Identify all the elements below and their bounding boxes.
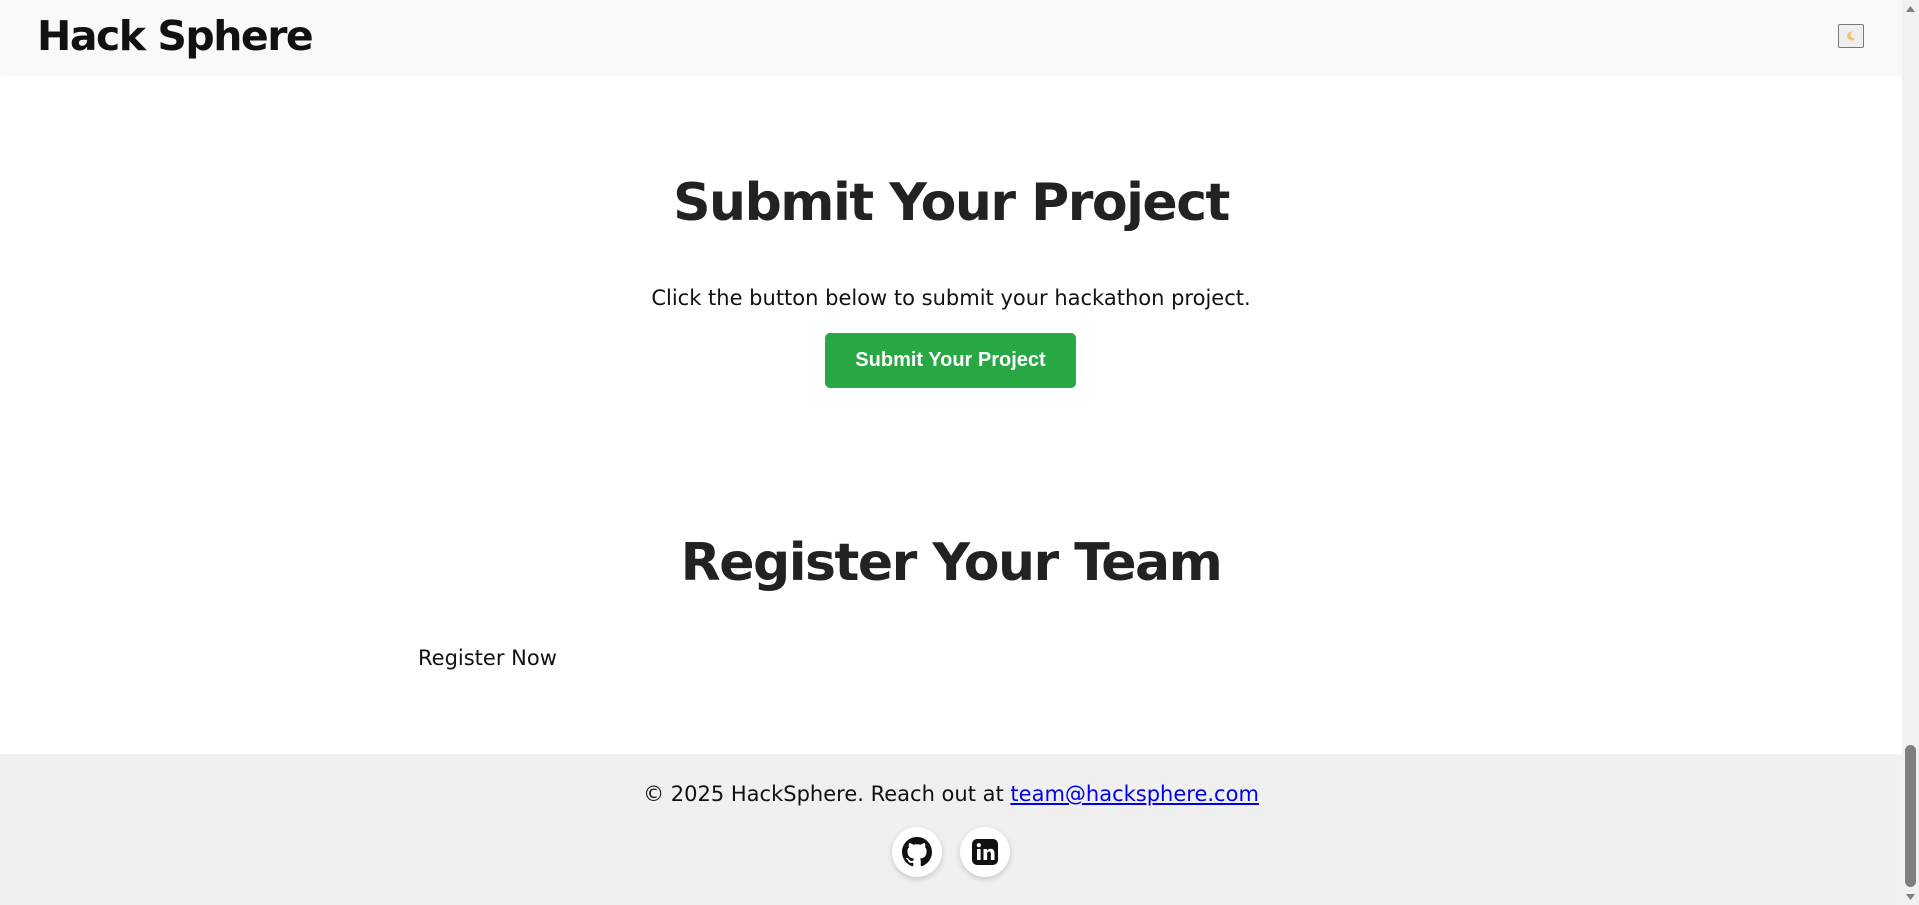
submit-title: Submit Your Project [673, 173, 1230, 233]
linkedin-icon [972, 839, 998, 865]
scroll-down-arrow-icon[interactable] [1902, 888, 1919, 905]
moon-icon [1847, 31, 1856, 41]
github-link[interactable] [892, 827, 942, 877]
github-icon [902, 837, 932, 867]
site-footer: © 2025 HackSphere. Reach out at team@hac… [0, 754, 1902, 905]
register-title: Register Your Team [680, 533, 1223, 593]
page: Hack Sphere Submit Your Project Click th… [0, 0, 1902, 905]
scroll-thumb[interactable] [1905, 745, 1916, 887]
linkedin-link[interactable] [960, 827, 1010, 877]
register-now-link[interactable]: Register Now [418, 644, 557, 672]
email-link[interactable]: team@hacksphere.com [1010, 782, 1258, 806]
theme-toggle-button[interactable] [1838, 24, 1864, 48]
submit-description: Click the button below to submit your ha… [651, 286, 1251, 310]
scroll-up-arrow-icon[interactable] [1902, 0, 1919, 17]
submit-project-button[interactable]: Submit Your Project [825, 333, 1076, 388]
copyright-text: © 2025 HackSphere. Reach out at [643, 782, 1004, 806]
brand-logo[interactable]: Hack Sphere [37, 11, 314, 61]
footer-text: © 2025 HackSphere. Reach out at team@hac… [0, 780, 1902, 808]
site-header: Hack Sphere [0, 0, 1902, 74]
vertical-scrollbar[interactable] [1902, 0, 1919, 905]
